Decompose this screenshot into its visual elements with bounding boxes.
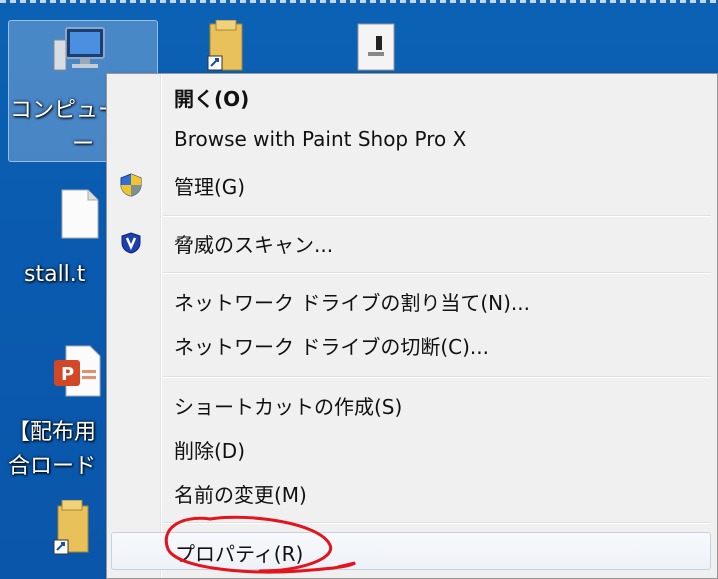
- menu-item-properties[interactable]: プロパティ(R): [111, 532, 711, 570]
- menu-item-create-shortcut-label: ショートカットの作成(S): [174, 395, 403, 419]
- menu-item-threat-scan[interactable]: 脅威のスキャン...: [107, 224, 717, 262]
- desktop-top-border: [0, 0, 718, 3]
- context-menu: 開く(O) Browse with Paint Shop Pro X 管理(G)…: [106, 73, 718, 579]
- menu-item-manage-label: 管理(G): [174, 175, 246, 199]
- menu-item-delete-label: 削除(D): [174, 439, 246, 463]
- menu-item-threat-scan-label: 脅威のスキャン...: [174, 233, 334, 257]
- document-icon[interactable]: [356, 22, 396, 76]
- powerpoint-icon-label-line2: 合ロード: [8, 454, 97, 479]
- menu-item-disconnect-network-drive-label: ネットワーク ドライブの切断(C)...: [174, 335, 489, 359]
- menu-item-open-label: 開く(O): [174, 87, 250, 111]
- text-file-icon[interactable]: [60, 188, 100, 244]
- menu-item-map-network-drive[interactable]: ネットワーク ドライブの割り当て(N)...: [107, 282, 717, 320]
- menu-separator: [163, 522, 711, 524]
- menu-item-browse-paint-shop-label: Browse with Paint Shop Pro X: [174, 127, 467, 151]
- computer-icon[interactable]: [52, 26, 114, 82]
- uac-shield-icon: [119, 173, 143, 197]
- computer-icon-label-line2: ー: [72, 132, 95, 157]
- computer-icon-label: コンピュー: [10, 98, 121, 123]
- menu-item-disconnect-network-drive[interactable]: ネットワーク ドライブの切断(C)...: [107, 326, 717, 364]
- powerpoint-icon-label: 【配布用: [8, 420, 97, 445]
- antivirus-shield-icon: [119, 231, 143, 255]
- menu-item-manage[interactable]: 管理(G): [107, 166, 717, 204]
- folder-icon[interactable]: [206, 19, 248, 78]
- menu-item-map-network-drive-label: ネットワーク ドライブの割り当て(N)...: [174, 291, 530, 315]
- menu-separator: [163, 376, 711, 378]
- menu-item-rename[interactable]: 名前の変更(M): [107, 474, 717, 512]
- menu-item-rename-label: 名前の変更(M): [174, 483, 307, 507]
- powerpoint-icon[interactable]: P: [52, 344, 102, 402]
- menu-item-open[interactable]: 開く(O): [107, 78, 717, 116]
- menu-item-properties-label: プロパティ(R): [175, 542, 304, 566]
- menu-item-browse-paint-shop[interactable]: Browse with Paint Shop Pro X: [107, 122, 717, 160]
- menu-item-delete[interactable]: 削除(D): [107, 430, 717, 468]
- svg-text:P: P: [61, 364, 74, 385]
- menu-separator: [163, 272, 711, 274]
- folder-shortcut-icon[interactable]: [52, 499, 96, 560]
- menu-item-create-shortcut[interactable]: ショートカットの作成(S): [107, 386, 717, 424]
- menu-separator: [163, 215, 711, 217]
- text-file-icon-label: stall.t: [24, 262, 86, 287]
